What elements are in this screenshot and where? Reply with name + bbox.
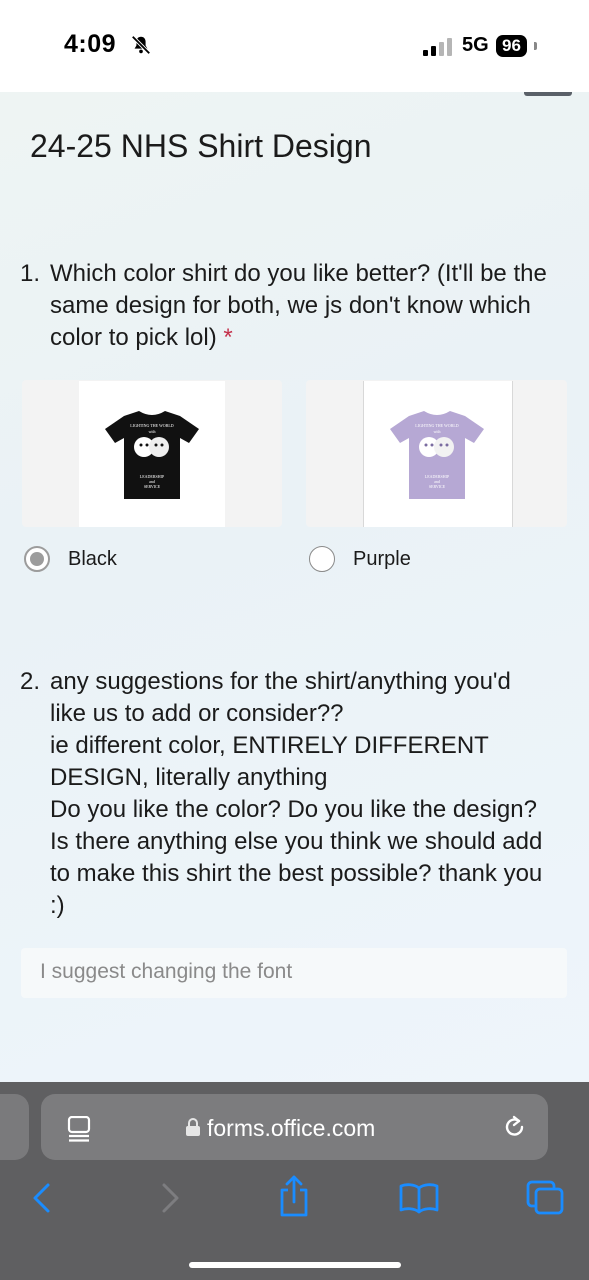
question-2-line: Is there anything else you think we shou… [50,828,543,855]
question-1-number: 1. [20,260,41,287]
question-2-line: :) [50,892,65,919]
form-background [0,92,589,1082]
back-icon[interactable] [30,1182,54,1214]
lock-icon [186,1118,200,1136]
scroll-handle [524,92,572,96]
shirt-image-black: LIGHTING THE WORLD with LEADERSHIP and S… [79,381,225,527]
option-black-label: Black [68,547,117,570]
option-image-black[interactable]: LIGHTING THE WORLD with LEADERSHIP and S… [22,380,282,527]
shirt-text-5: SERVICE [144,484,161,489]
answer-input[interactable]: I suggest changing the font [21,948,567,998]
option-purple[interactable]: Purple [309,546,411,572]
question-2-line: to make this shirt the best possible? th… [50,860,543,887]
shirt-text-2: with [148,429,155,434]
shirt-text-1: LIGHTING THE WORLD [130,423,174,428]
answer-text: I suggest changing the font [40,960,293,983]
option-black[interactable]: Black [24,546,117,572]
reload-icon[interactable] [503,1114,527,1140]
form-title: 24-25 NHS Shirt Design [30,128,372,164]
network-type: 5G [462,34,489,56]
question-1-text: Which color shirt do you like better? (I… [50,258,575,354]
url-text[interactable]: forms.office.com [207,1115,375,1142]
battery-cap [534,42,537,50]
tabs-icon[interactable] [526,1180,564,1216]
radio-black[interactable] [24,546,50,572]
question-2-line: like us to add or consider?? [50,700,344,727]
question-1-label: Which color shirt do you like better? (I… [50,260,547,351]
reader-icon[interactable] [67,1116,91,1142]
shirt-text-2: with [433,429,440,434]
bookmarks-icon[interactable] [398,1182,440,1214]
home-indicator [189,1262,401,1268]
required-mark: * [223,324,233,351]
previous-tab[interactable] [0,1094,29,1160]
question-2-number: 2. [20,668,41,695]
question-2-line: ie different color, ENTIRELY DIFFERENT [50,732,489,759]
bell-slash-icon [131,35,151,55]
option-purple-label: Purple [353,547,411,570]
tshirt-black-icon: LIGHTING THE WORLD with LEADERSHIP and S… [105,411,199,499]
question-2-line: Do you like the color? Do you like the d… [50,796,537,823]
question-2-line: any suggestions for the shirt/anything y… [50,668,511,695]
shirt-image-purple: LIGHTING THE WORLD with LEADERSHIP and S… [363,381,513,527]
forward-icon [162,1183,179,1213]
shirt-text-1: LIGHTING THE WORLD [415,423,459,428]
radio-purple[interactable] [309,546,335,572]
tshirt-purple-icon: LIGHTING THE WORLD with LEADERSHIP and S… [390,411,484,499]
option-image-purple[interactable]: LIGHTING THE WORLD with LEADERSHIP and S… [306,380,567,527]
question-2-line: DESIGN, literally anything [50,764,328,791]
signal-icon [423,38,452,56]
clock: 4:09 [64,30,117,58]
battery-level: 96 [496,35,527,57]
status-bar: 4:09 5G 96 [0,0,589,92]
share-icon[interactable] [277,1174,311,1218]
question-2-text: any suggestions for the shirt/anything y… [50,666,575,922]
shirt-text-5: SERVICE [429,484,446,489]
